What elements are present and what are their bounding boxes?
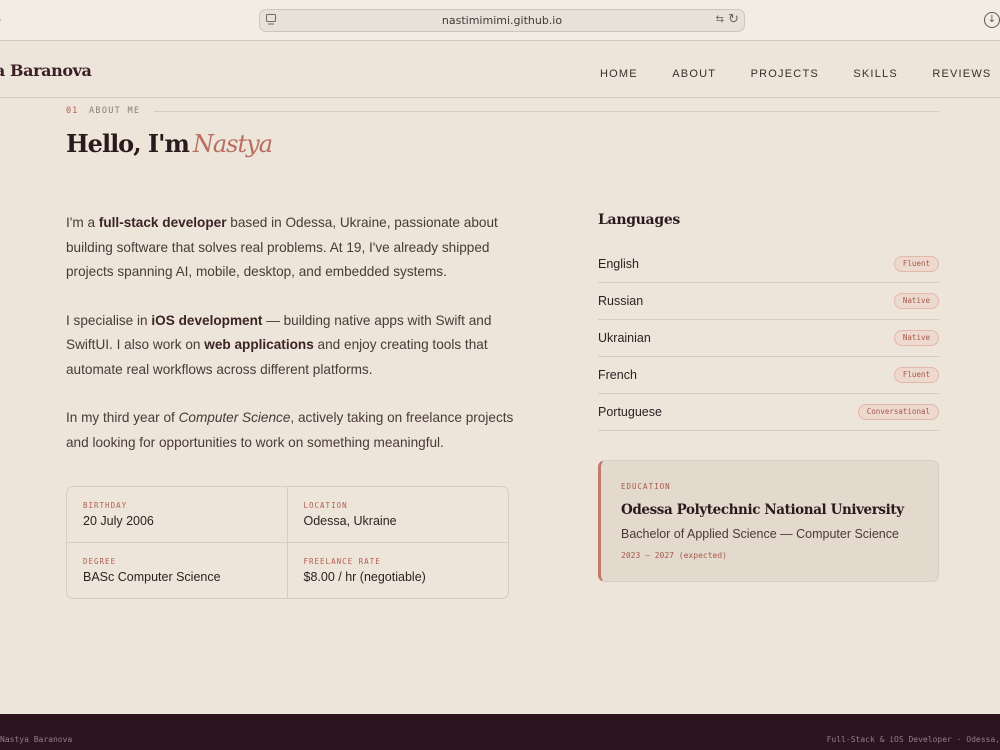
bio-paragraph-2: I specialise in iOS development — buildi… xyxy=(66,309,516,383)
nav-link-about[interactable]: ABOUT xyxy=(672,68,716,80)
url-text: nastimimimi.github.io xyxy=(441,14,563,27)
fact-value: 20 July 2006 xyxy=(83,514,154,528)
education-degree: Bachelor of Applied Science — Computer S… xyxy=(621,527,899,541)
facts-card: BIRTHDAY 20 July 2006 LOCATION Odessa, U… xyxy=(66,486,509,599)
section-label: ABOUT ME xyxy=(89,106,141,116)
language-name: French xyxy=(598,368,637,382)
language-name: Russian xyxy=(598,294,644,308)
language-name: Ukrainian xyxy=(598,331,651,345)
fact-value: Odessa, Ukraine xyxy=(303,514,397,528)
brand-name[interactable]: ya Baranova xyxy=(0,61,92,80)
fact-label: DEGREE xyxy=(83,556,117,566)
fact-degree: DEGREE BASc Computer Science xyxy=(67,542,288,598)
fact-value: $8.00 / hr (negotiable) xyxy=(303,569,426,584)
address-bar[interactable]: nastimimimi.github.io ⇆ ↻ xyxy=(259,9,745,32)
language-name: English xyxy=(598,257,639,271)
site-header: ya Baranova HOME ABOUT PROJECTS SKILLS R… xyxy=(0,41,1000,98)
language-level-badge: Native xyxy=(893,330,939,346)
section-divider xyxy=(154,111,939,112)
bio-emphasis: web applications xyxy=(204,337,314,352)
nav-link-home[interactable]: HOME xyxy=(600,68,638,80)
bio-italic: Computer Science xyxy=(178,410,291,425)
languages-heading: Languages xyxy=(598,212,681,228)
section-eyebrow: 01 ABOUT ME xyxy=(66,106,939,120)
education-card: EDUCATION Odessa Polytechnic National Un… xyxy=(598,460,939,582)
bio-emphasis: full-stack developer xyxy=(98,215,227,230)
footer-tagline: Full-Stack & iOS Developer · Odessa, xyxy=(826,735,1000,744)
section-number: 01 xyxy=(66,106,79,116)
title-name: Nastya xyxy=(192,130,273,158)
fact-freelance-rate: FREELANCE RATE $8.00 / hr (negotiable) xyxy=(288,543,509,599)
language-level-badge: Native xyxy=(893,293,939,309)
language-name: Portuguese xyxy=(598,405,662,419)
bio-text: I'm a full-stack developer based in Odes… xyxy=(66,211,516,479)
bio-text-run: I specialise in xyxy=(66,312,152,328)
bio-text-run: I'm a xyxy=(66,215,99,230)
bio-text-run: In my third year of xyxy=(66,410,179,425)
languages-list: English Fluent Russian Native Ukrainian … xyxy=(598,246,939,431)
language-row-russian: Russian Native xyxy=(598,283,939,320)
reload-icon[interactable]: ↻ xyxy=(728,12,739,27)
fact-birthday: BIRTHDAY 20 July 2006 xyxy=(67,487,288,543)
language-level-badge: Fluent xyxy=(893,256,939,272)
nav-link-reviews[interactable]: REVIEWS xyxy=(932,68,991,80)
language-row-ukrainian: Ukrainian Native xyxy=(598,320,939,357)
language-level-badge: Conversational xyxy=(857,404,939,420)
page-title: Hello, I'm Nastya xyxy=(66,129,273,158)
back-chevron-icon[interactable]: › xyxy=(0,12,1,28)
education-years: 2023 — 2027 (expected) xyxy=(621,551,727,560)
download-icon[interactable]: ↓ xyxy=(984,12,1000,28)
translate-icon[interactable]: ⇆ xyxy=(716,14,724,25)
nav-link-projects[interactable]: PROJECTS xyxy=(751,68,819,80)
fact-location: LOCATION Odessa, Ukraine xyxy=(287,487,508,543)
bio-paragraph-3: In my third year of Computer Science, ac… xyxy=(66,406,516,455)
fact-value: BASc Computer Science xyxy=(83,569,221,584)
language-row-french: French Fluent xyxy=(598,357,939,394)
bio-emphasis: iOS development xyxy=(151,312,263,328)
language-row-english: English Fluent xyxy=(598,246,939,283)
browser-toolbar: › nastimimimi.github.io ⇆ ↻ ↓ xyxy=(0,0,1000,41)
education-label: EDUCATION xyxy=(621,482,671,491)
fact-label: LOCATION xyxy=(303,501,348,510)
education-school: Odessa Polytechnic National University xyxy=(621,502,904,518)
main-nav: HOME ABOUT PROJECTS SKILLS REVIEWS CO xyxy=(600,64,1000,82)
fact-label: BIRTHDAY xyxy=(83,501,128,510)
site-footer: Nastya Baranova Full-Stack & iOS Develop… xyxy=(0,714,1000,750)
fact-label: FREELANCE RATE xyxy=(303,556,381,566)
footer-name: Nastya Baranova xyxy=(0,735,73,744)
bio-paragraph-1: I'm a full-stack developer based in Odes… xyxy=(66,211,516,285)
title-prefix: Hello, I'm xyxy=(66,129,190,158)
language-row-portuguese: Portuguese Conversational xyxy=(598,394,939,431)
language-level-badge: Fluent xyxy=(893,367,939,383)
nav-link-skills[interactable]: SKILLS xyxy=(853,68,898,80)
